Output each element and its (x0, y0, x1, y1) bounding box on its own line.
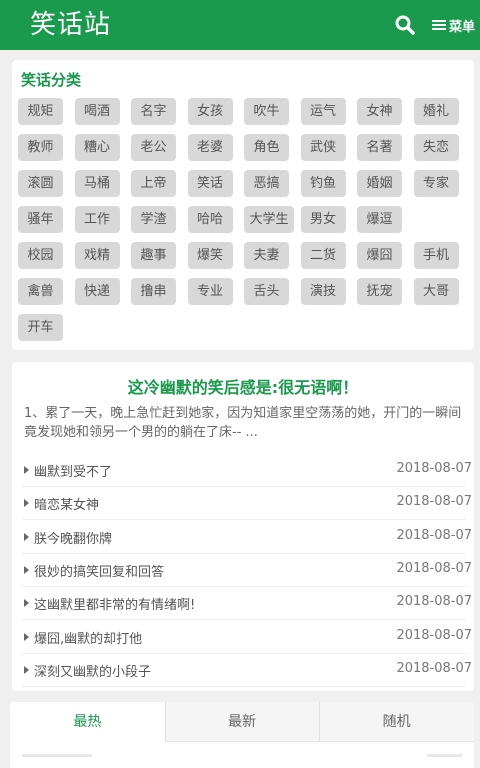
category-tag[interactable]: 笑话 (187, 170, 233, 197)
category-tag[interactable]: 滚圆 (18, 170, 63, 197)
search-icon (395, 15, 415, 35)
category-tag[interactable]: 撸串 (131, 278, 176, 305)
caret-right-icon (24, 532, 29, 541)
category-tag[interactable]: 大学生 (244, 206, 294, 233)
joke-list-item-title: 幽默到受不了 (34, 465, 113, 480)
category-tag[interactable]: 禽兽 (18, 278, 63, 305)
category-tag[interactable]: 爆囧 (357, 242, 402, 269)
menu-button[interactable]: 菜单 (432, 12, 475, 38)
category-tag[interactable]: 教师 (18, 134, 63, 161)
category-panel-title: 笑话分类 (21, 71, 82, 89)
category-tag[interactable]: 专家 (413, 170, 459, 197)
joke-list-item[interactable]: 朕今晚翻你牌 2018-08-07 (22, 521, 472, 554)
category-tag[interactable]: 名字 (131, 98, 176, 125)
tab-0[interactable]: 最热 (10, 702, 165, 742)
featured-joke-title[interactable]: 这冷幽默的笑后感是:很无语啊！ (12, 374, 474, 398)
category-tag[interactable]: 糟心 (74, 134, 120, 161)
category-tag[interactable]: 婚礼 (413, 98, 459, 125)
joke-list-item[interactable]: 很妙的搞笑回复和回答 2018-08-07 (22, 554, 472, 587)
category-tag[interactable]: 马桶 (74, 170, 120, 197)
category-panel: 笑话分类 规矩 喝酒 名字 女孩 吹牛 运气 女神 婚礼教师 糟心 老公 老婆 角色 武侠 名著 失恋滚圆马… (12, 60, 474, 350)
category-tag[interactable]: 喝酒 (74, 98, 120, 125)
caret-right-icon (24, 599, 29, 608)
joke-list-item-title: 朕今晚翻你牌 (34, 531, 113, 547)
category-tag[interactable]: 快递 (74, 278, 120, 305)
caret-right-icon (24, 565, 29, 574)
category-tag[interactable]: 哈哈 (187, 206, 233, 233)
category-tag[interactable]: 二货 (300, 242, 346, 269)
tab-divider (319, 702, 321, 742)
category-tag[interactable]: 吹牛 (244, 98, 289, 125)
category-tag[interactable]: 学渣 (131, 206, 176, 233)
category-tag[interactable]: 钓鱼 (300, 170, 346, 197)
category-tag[interactable]: 武侠 (300, 134, 346, 161)
category-tag[interactable]: 骚年 (18, 206, 63, 233)
category-tag[interactable]: 舌头 (244, 278, 289, 305)
category-tag[interactable]: 戏精 (74, 242, 120, 269)
caret-right-icon (24, 499, 29, 508)
category-tag[interactable]: 手机 (413, 242, 459, 269)
joke-list-item-title: 暗恋某女神 (34, 498, 100, 514)
category-tag[interactable]: 老婆 (187, 134, 233, 161)
category-tag[interactable]: 角色 (244, 134, 289, 161)
joke-list-item-title: 这幽默里都非常的有情绪啊! (34, 598, 196, 614)
joke-list-item-date: 2018-08-07 (396, 461, 472, 476)
category-tag[interactable]: 爆逗 (357, 206, 402, 233)
category-tag[interactable]: 专业 (187, 278, 233, 305)
tab-1[interactable]: 最新 (164, 702, 320, 742)
tab-2[interactable]: 随机 (319, 702, 474, 742)
featured-joke-panel: 这冷幽默的笑后感是:很无语啊！ 1、累了一天，晚上急忙赶到她家，因为知道家里空荡… (12, 362, 474, 691)
joke-list-item-title: 爆囧,幽默的却打他 (34, 631, 143, 647)
joke-list-item-title: 很妙的搞笑回复和回答 (34, 564, 165, 580)
category-tag[interactable]: 规矩 (18, 98, 63, 125)
category-tag[interactable]: 爆笑 (187, 242, 233, 269)
category-tag[interactable]: 婚姻 (357, 170, 402, 197)
joke-list-item[interactable]: 深刻又幽默的小段子 2018-08-07 (22, 654, 472, 687)
category-tag[interactable]: 女神 (357, 98, 402, 125)
category-tag[interactable]: 开车 (18, 314, 63, 341)
category-tag[interactable]: 大哥 (413, 278, 459, 305)
category-tag[interactable]: 抚宠 (357, 278, 402, 305)
caret-right-icon (24, 466, 29, 474)
category-tag[interactable]: 名著 (357, 134, 402, 161)
joke-list-item[interactable]: 幽默到受不了 2018-08-07 (22, 454, 472, 487)
caret-right-icon (24, 632, 29, 641)
joke-list-item[interactable]: 暗恋某女神 2018-08-07 (22, 487, 472, 521)
menu-label: 菜单 (449, 19, 476, 35)
joke-list-item-date: 2018-08-07 (396, 494, 472, 510)
joke-list-item-date: 2018-08-07 (396, 527, 472, 543)
category-tag[interactable]: 失恋 (413, 134, 459, 161)
category-tag[interactable]: 上帝 (131, 170, 176, 197)
category-tag[interactable]: 演技 (300, 278, 346, 305)
category-tag[interactable]: 校园 (18, 242, 63, 269)
category-tag[interactable]: 运气 (300, 98, 346, 125)
caret-right-icon (24, 665, 29, 674)
joke-list-item[interactable]: 爆囧,幽默的却打他 2018-08-07 (22, 621, 472, 654)
category-tag[interactable]: 夫妻 (244, 242, 289, 269)
category-tag[interactable]: 恶搞 (244, 170, 289, 197)
category-tag[interactable]: 趣事 (131, 242, 176, 269)
search-button[interactable] (394, 14, 416, 36)
site-logo[interactable]: 笑话站 (30, 8, 111, 42)
joke-list-item-date: 2018-08-07 (396, 594, 472, 610)
joke-list-item-date: 2018-08-07 (396, 627, 472, 643)
category-tag[interactable]: 老公 (131, 134, 176, 161)
ranking-tabs: 最热 最新 随机 (10, 702, 474, 768)
featured-joke-excerpt: 1、累了一天，晚上急忙赶到她家，因为知道家里空荡荡的她，开门的一瞬间竟发现她和领… (24, 406, 462, 440)
joke-list-item-date: 2018-08-07 (396, 560, 472, 576)
tab-divider (164, 702, 166, 742)
tab-content-preview (22, 754, 462, 764)
category-tag[interactable]: 女孩 (187, 98, 233, 125)
site-header: 笑话站 菜单 (0, 0, 480, 50)
category-tag[interactable]: 男女 (300, 206, 346, 233)
joke-list-item[interactable]: 这幽默里都非常的有情绪啊! 2018-08-07 (22, 587, 472, 621)
category-tag[interactable]: 工作 (74, 206, 120, 233)
joke-list-item-date: 2018-08-07 (396, 660, 472, 676)
hamburger-icon (432, 18, 446, 32)
joke-list-item-title: 深刻又幽默的小段子 (34, 664, 152, 680)
